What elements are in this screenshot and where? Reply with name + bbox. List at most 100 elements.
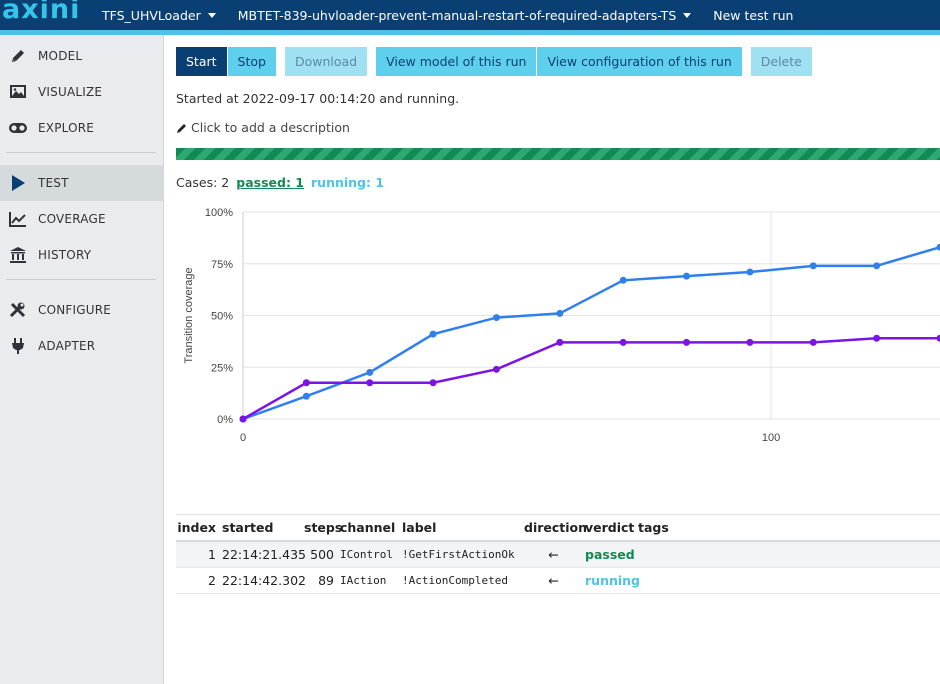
cell-verdict: passed xyxy=(585,547,635,562)
x-tick-label: 100 xyxy=(762,432,780,444)
data-point xyxy=(619,276,627,284)
data-point xyxy=(366,379,374,387)
cell-direction: ← xyxy=(548,547,559,562)
series-line xyxy=(242,245,940,421)
line-chart-icon xyxy=(8,209,28,229)
cell-channel: IControl xyxy=(340,548,393,561)
data-point xyxy=(366,368,374,376)
pencil-icon xyxy=(177,123,186,133)
passed-filter-link[interactable]: passed: 1 xyxy=(236,175,304,190)
data-point xyxy=(746,268,754,276)
data-point xyxy=(429,379,437,387)
view-configuration-button[interactable]: View configuration of this run xyxy=(537,47,742,76)
sidebar-item-configure[interactable]: CONFIGURE xyxy=(0,292,163,328)
sidebar-item-label: HISTORY xyxy=(38,248,92,262)
header-index[interactable]: index xyxy=(176,520,222,535)
run-toolbar: Start Stop Download View model of this r… xyxy=(176,47,813,76)
run-status-text: Started at 2022-09-17 00:14:20 and runni… xyxy=(176,91,460,106)
data-point xyxy=(302,379,310,387)
coverage-chart: 0% 25% 50% 75% 100% 0 100 Transition coverage xyxy=(183,207,940,444)
cell-started: 22:14:21.435 xyxy=(222,547,306,562)
view-model-button[interactable]: View model of this run xyxy=(376,47,537,76)
data-point xyxy=(302,392,310,400)
data-point xyxy=(239,415,247,423)
bank-icon xyxy=(8,245,28,265)
data-point xyxy=(556,309,564,317)
sidebar-item-history[interactable]: HISTORY xyxy=(0,237,163,273)
sidebar-item-label: EXPLORE xyxy=(38,121,95,135)
running-filter-link[interactable]: running: 1 xyxy=(311,175,384,190)
header-tags[interactable]: tags xyxy=(638,520,698,535)
header-verdict[interactable]: verdict xyxy=(583,520,638,535)
data-point xyxy=(936,243,940,251)
image-icon xyxy=(8,82,28,102)
sidebar-item-visualize[interactable]: VISUALIZE xyxy=(0,74,163,110)
data-point xyxy=(936,334,940,342)
sidebar-item-model[interactable]: MODEL xyxy=(0,38,163,74)
sidebar-item-label: CONFIGURE xyxy=(38,303,112,317)
header-direction[interactable]: direction xyxy=(524,520,587,535)
cell-channel: IAction xyxy=(340,574,387,587)
chevron-down-icon xyxy=(683,13,692,18)
project-name: TFS_UHVLoader xyxy=(102,7,201,23)
delete-button[interactable]: Delete xyxy=(750,47,812,76)
header-started[interactable]: started xyxy=(222,520,304,535)
stop-button[interactable]: Stop xyxy=(227,47,276,76)
cell-verdict: running xyxy=(585,573,640,588)
sidebar-divider xyxy=(6,152,156,153)
binoculars-icon xyxy=(8,118,28,138)
cell-direction: ← xyxy=(548,573,559,588)
cases-summary: Cases: 2 passed: 1 running: 1 xyxy=(176,175,384,190)
cases-count: Cases: 2 xyxy=(176,175,230,190)
data-point xyxy=(809,338,817,346)
data-point xyxy=(683,338,691,346)
plug-icon xyxy=(8,336,28,356)
data-point xyxy=(873,262,881,270)
top-navbar: axini TFS_UHVLoader MBTET-839-uhvloader-… xyxy=(0,0,940,30)
sidebar-item-adapter[interactable]: ADAPTER xyxy=(0,328,163,364)
sidebar-item-label: COVERAGE xyxy=(38,212,106,226)
new-test-run-link[interactable]: New test run xyxy=(713,8,793,23)
table-row[interactable]: 1 22:14:21.435 500 IControl !GetFirstAct… xyxy=(176,542,940,568)
cell-steps: 500 xyxy=(310,547,334,562)
y-tick-label: 25% xyxy=(211,362,233,374)
start-button[interactable]: Start xyxy=(176,47,227,76)
tools-icon xyxy=(8,300,28,320)
sidebar-item-test[interactable]: TEST xyxy=(0,165,163,201)
cell-label: !GetFirstActionOk xyxy=(402,548,515,561)
y-tick-label: 0% xyxy=(217,414,233,426)
sidebar-item-coverage[interactable]: COVERAGE xyxy=(0,201,163,237)
sidebar-item-explore[interactable]: EXPLORE xyxy=(0,110,163,146)
sidebar-item-label: VISUALIZE xyxy=(38,85,103,99)
project-dropdown[interactable]: TFS_UHVLoader xyxy=(102,8,216,23)
run-progress-bar xyxy=(176,148,940,160)
add-description-text: Click to add a description xyxy=(191,120,350,135)
download-button[interactable]: Download xyxy=(284,47,368,76)
data-point xyxy=(873,334,881,342)
sidebar-divider xyxy=(6,279,156,280)
table-row[interactable]: 2 22:14:42.302 89 IAction !ActionComplet… xyxy=(176,568,940,594)
cell-index: 1 xyxy=(208,547,216,562)
cell-label: !ActionCompleted xyxy=(402,574,508,587)
test-cases-table: index started steps channel label direct… xyxy=(176,514,940,594)
run-dropdown[interactable]: MBTET-839-uhvloader-prevent-manual-resta… xyxy=(238,8,692,23)
cell-started: 22:14:42.302 xyxy=(222,573,306,588)
cell-index: 2 xyxy=(208,573,216,588)
y-axis-label: Transition coverage xyxy=(183,267,195,363)
x-tick-label: 0 xyxy=(240,432,246,444)
sidebar-item-label: TEST xyxy=(38,176,69,190)
header-steps[interactable]: steps xyxy=(304,520,342,535)
sidebar-item-label: ADAPTER xyxy=(38,339,96,353)
data-point xyxy=(746,338,754,346)
y-tick-label: 75% xyxy=(211,259,233,271)
add-description-link[interactable]: Click to add a description xyxy=(176,120,350,135)
header-channel[interactable]: channel xyxy=(340,520,402,535)
sidebar: MODEL VISUALIZE EXPLORE TEST COVERAGE HI… xyxy=(0,35,164,684)
logo[interactable]: axini xyxy=(2,0,102,25)
data-point xyxy=(619,338,627,346)
table-header: index started steps channel label direct… xyxy=(176,514,940,542)
header-label[interactable]: label xyxy=(402,520,524,535)
data-point xyxy=(683,272,691,280)
run-name: MBTET-839-uhvloader-prevent-manual-resta… xyxy=(237,7,677,23)
play-icon xyxy=(8,173,28,193)
